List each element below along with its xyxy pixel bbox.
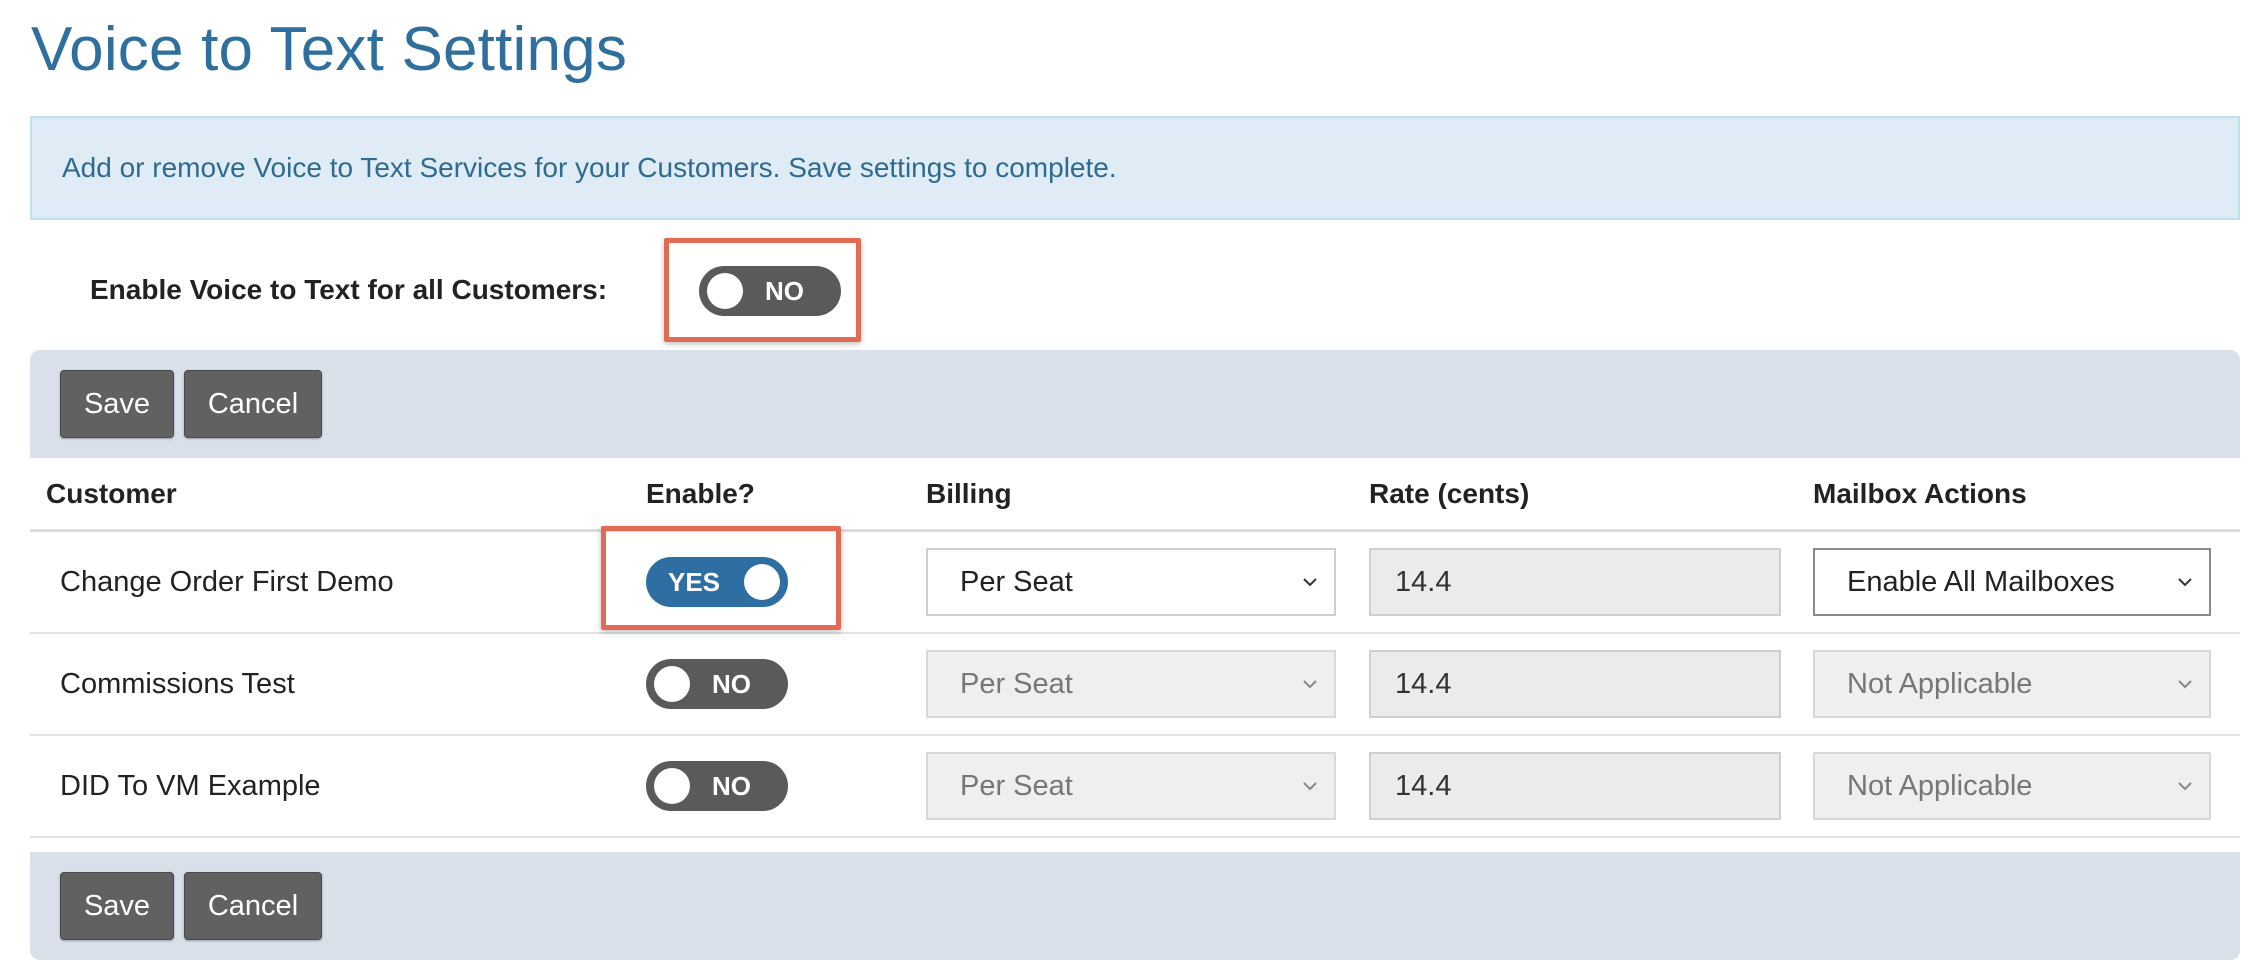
chevron-down-icon (1303, 782, 1317, 791)
global-enable-toggle[interactable]: NO (699, 266, 841, 316)
toggle-knob (654, 666, 690, 702)
mailbox-actions-select[interactable]: Not Applicable (1813, 650, 2211, 718)
rate-value: 14.4 (1395, 769, 1452, 802)
header-rate: Rate (cents) (1369, 477, 1530, 509)
header-billing: Billing (926, 477, 1012, 509)
chevron-down-icon (2178, 578, 2192, 587)
info-banner-text: Add or remove Voice to Text Services for… (62, 152, 1117, 183)
rate-field[interactable]: 14.4 (1369, 752, 1781, 820)
billing-value: Per Seat (960, 769, 1073, 802)
top-action-bar: Save Cancel (30, 350, 2240, 458)
cancel-button[interactable]: Cancel (184, 370, 322, 438)
table-row: DID To VM Example NO Per Seat 14.4 Not A… (30, 736, 2240, 838)
rate-value: 14.4 (1395, 667, 1452, 700)
toggle-knob (707, 273, 743, 309)
rate-field[interactable]: 14.4 (1369, 548, 1781, 616)
header-enable: Enable? (646, 477, 755, 509)
billing-value: Per Seat (960, 667, 1073, 700)
mailbox-actions-select[interactable]: Not Applicable (1813, 752, 2211, 820)
billing-value: Per Seat (960, 565, 1073, 598)
bottom-action-bar: Save Cancel (30, 852, 2240, 960)
toggle-knob (744, 564, 780, 600)
mailbox-actions-value: Enable All Mailboxes (1847, 565, 2115, 598)
chevron-down-icon (2178, 782, 2192, 791)
header-mailbox-actions: Mailbox Actions (1813, 477, 2027, 509)
table-header: Customer Enable? Billing Rate (cents) Ma… (30, 458, 2240, 532)
mailbox-actions-select[interactable]: Enable All Mailboxes (1813, 548, 2211, 616)
rate-field[interactable]: 14.4 (1369, 650, 1781, 718)
customer-name: Commissions Test (60, 667, 295, 700)
toggle-text: NO (712, 770, 751, 801)
toggle-text: NO (712, 668, 751, 699)
customers-table: Customer Enable? Billing Rate (cents) Ma… (30, 458, 2240, 838)
mailbox-actions-value: Not Applicable (1847, 667, 2033, 700)
toggle-text: YES (668, 566, 721, 597)
customer-name: DID To VM Example (60, 769, 321, 802)
billing-select[interactable]: Per Seat (926, 548, 1336, 616)
table-row: Commissions Test NO Per Seat 14.4 Not Ap… (30, 634, 2240, 736)
enable-toggle[interactable]: NO (646, 761, 788, 811)
toggle-text: NO (765, 275, 804, 306)
chevron-down-icon (1303, 578, 1317, 587)
save-button[interactable]: Save (60, 370, 174, 438)
table-row: Change Order First Demo YES Per Seat 14.… (30, 526, 2240, 634)
global-enable-label: Enable Voice to Text for all Customers: (90, 274, 608, 305)
enable-toggle[interactable]: NO (646, 659, 788, 709)
billing-select[interactable]: Per Seat (926, 650, 1336, 718)
customer-name: Change Order First Demo (60, 565, 394, 598)
save-button[interactable]: Save (60, 872, 174, 940)
cancel-button[interactable]: Cancel (184, 872, 322, 940)
enable-toggle[interactable]: YES (646, 557, 788, 607)
chevron-down-icon (2178, 680, 2192, 689)
mailbox-actions-value: Not Applicable (1847, 769, 2033, 802)
billing-select[interactable]: Per Seat (926, 752, 1336, 820)
header-customer: Customer (46, 477, 177, 509)
chevron-down-icon (1303, 680, 1317, 689)
rate-value: 14.4 (1395, 565, 1452, 598)
toggle-knob (654, 768, 690, 804)
page-title: Voice to Text Settings (31, 15, 628, 84)
info-banner: Add or remove Voice to Text Services for… (30, 116, 2240, 220)
